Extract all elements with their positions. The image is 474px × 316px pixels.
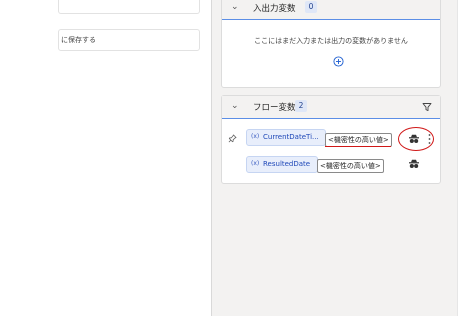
variable-row[interactable]: (x) ResultedDate <機密性の高い値> <box>222 156 440 176</box>
chevron-down-icon[interactable]: ⌄ <box>231 101 239 111</box>
io-variables-count-badge: 0 <box>305 1 317 13</box>
io-variables-title: 入出力変数 <box>253 4 296 14</box>
io-empty-message: ここにはまだ入力または出力の変数がありません <box>254 37 408 45</box>
flow-variables-panel: ⌄ フロー変数 2 (x) CurrentDateTi... <機密性の高い値> <box>221 95 441 184</box>
flow-variables-count-badge: 2 <box>295 100 307 112</box>
flow-variables-header[interactable]: ⌄ フロー変数 2 <box>222 96 440 119</box>
save-option-label: に保存する <box>61 36 96 44</box>
io-variables-panel: ⌄ 入出力変数 0 ここにはまだ入力または出力の変数がありません <box>221 0 441 88</box>
annotation-underline <box>325 146 391 147</box>
pin-icon[interactable] <box>228 134 237 143</box>
flow-variables-title: フロー変数 <box>253 103 296 113</box>
plus-circle-icon[interactable] <box>333 56 344 67</box>
variable-row[interactable]: (x) CurrentDateTi... <機密性の高い値> <box>222 127 440 151</box>
variable-type-icon: (x) <box>251 133 260 140</box>
sensitive-value-box: <機密性の高い値> <box>325 133 392 147</box>
more-options-icon[interactable] <box>428 133 431 145</box>
io-variables-header[interactable]: ⌄ 入出力変数 0 <box>222 0 440 20</box>
sensitive-value-box: <機密性の高い値> <box>317 159 384 173</box>
save-option-card[interactable]: に保存する <box>58 29 200 51</box>
variable-name: ResultedDate <box>263 159 311 168</box>
variable-chip[interactable]: (x) CurrentDateTi... <box>246 129 326 146</box>
variable-chip[interactable]: (x) ResultedDate <box>246 156 318 173</box>
variable-type-icon: (x) <box>251 160 260 167</box>
variable-name: CurrentDateTi... <box>263 132 319 141</box>
left-pane: に保存する <box>0 0 211 316</box>
spy-icon[interactable] <box>408 159 420 169</box>
left-card <box>58 0 200 14</box>
filter-icon[interactable] <box>422 102 432 112</box>
right-edge-area <box>457 0 474 316</box>
chevron-down-icon[interactable]: ⌄ <box>231 2 239 12</box>
